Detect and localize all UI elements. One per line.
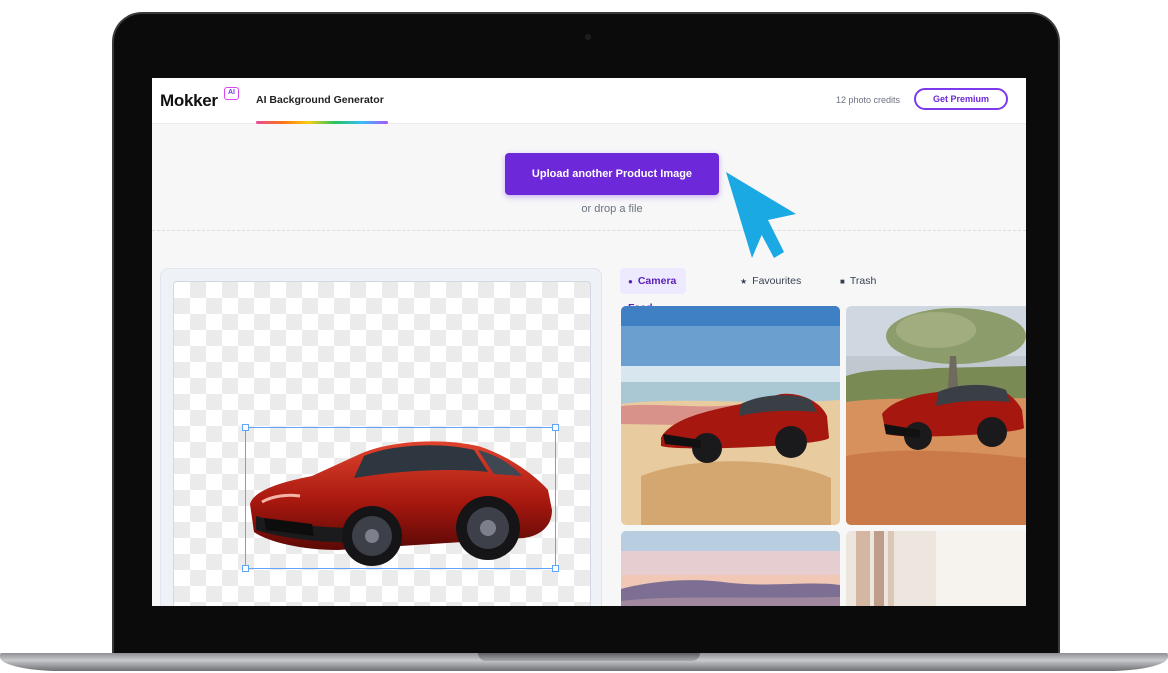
transparent-canvas[interactable] (173, 281, 591, 606)
generated-image-beach[interactable] (621, 306, 840, 525)
laptop-notch (478, 653, 700, 661)
get-premium-button[interactable]: Get Premium (914, 88, 1008, 110)
upload-product-image-button[interactable]: Upload another Product Image (505, 153, 719, 195)
generated-image-curtain[interactable] (846, 531, 1026, 606)
tab-favourites[interactable]: ★ Favourites (740, 268, 801, 294)
star-icon: ★ (740, 277, 748, 286)
generated-image-mountain[interactable] (621, 531, 840, 606)
app-logo[interactable]: Mokker (160, 91, 218, 111)
trash-icon: ■ (840, 277, 845, 286)
resize-handle-top-left[interactable] (242, 424, 249, 431)
generated-image-savanna[interactable] (846, 306, 1026, 525)
app-screen: Mokker AI AI Background Generator 12 pho… (152, 78, 1026, 606)
resize-handle-bottom-right[interactable] (552, 565, 559, 572)
drop-file-hint: or drop a file (581, 203, 643, 215)
photo-credits-count: 12 photo credits (836, 95, 901, 105)
app-header: Mokker AI AI Background Generator 12 pho… (152, 78, 1026, 124)
tab-trash[interactable]: ■ Trash (840, 268, 876, 294)
laptop-frame: Mokker AI AI Background Generator 12 pho… (0, 0, 1168, 673)
selection-box[interactable] (242, 424, 559, 572)
ai-badge-icon: AI (224, 87, 239, 100)
tab-camera-feed[interactable]: ●Camera Feed (620, 268, 687, 314)
tab-ai-background-generator[interactable]: AI Background Generator (256, 78, 384, 124)
webcam-icon (585, 34, 591, 40)
camera-icon: ● (628, 277, 633, 286)
resize-handle-bottom-left[interactable] (242, 565, 249, 572)
resize-handle-top-right[interactable] (552, 424, 559, 431)
product-editor-panel (160, 268, 602, 606)
mouse-pointer-icon (726, 172, 796, 258)
active-tab-indicator (256, 121, 388, 124)
upload-drop-zone[interactable]: Upload another Product Image or drop a f… (152, 125, 1026, 231)
